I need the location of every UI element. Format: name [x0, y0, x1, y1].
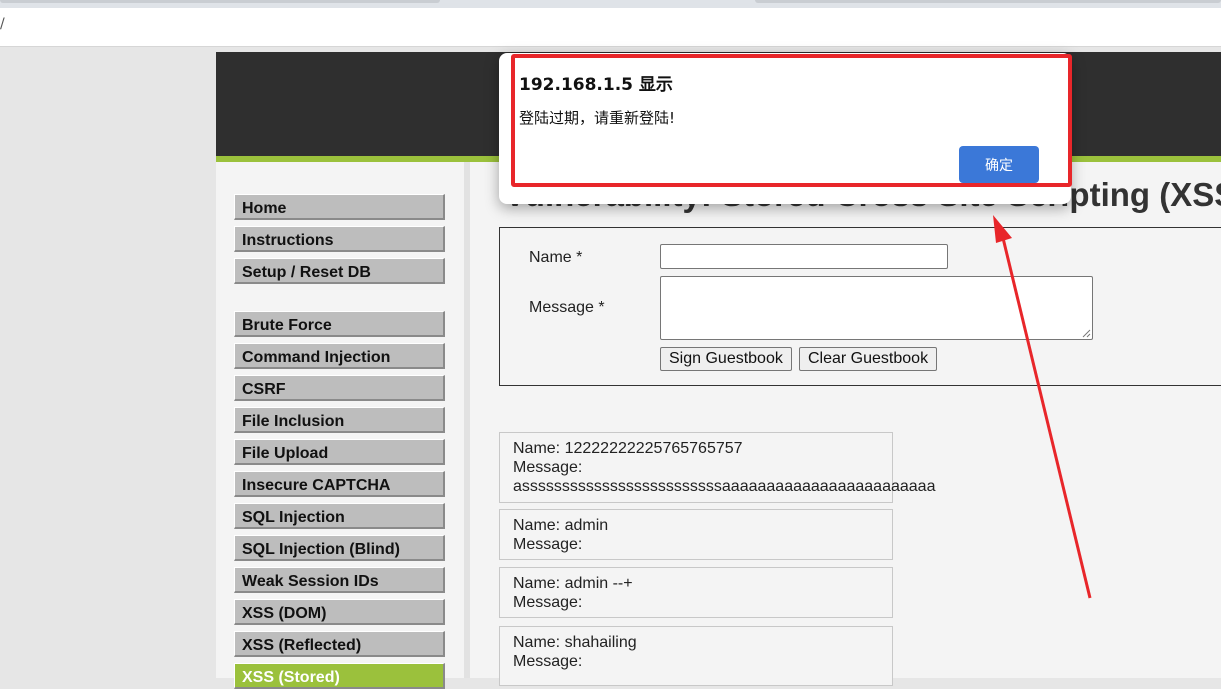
annotation-arrow-icon: [993, 215, 1092, 599]
